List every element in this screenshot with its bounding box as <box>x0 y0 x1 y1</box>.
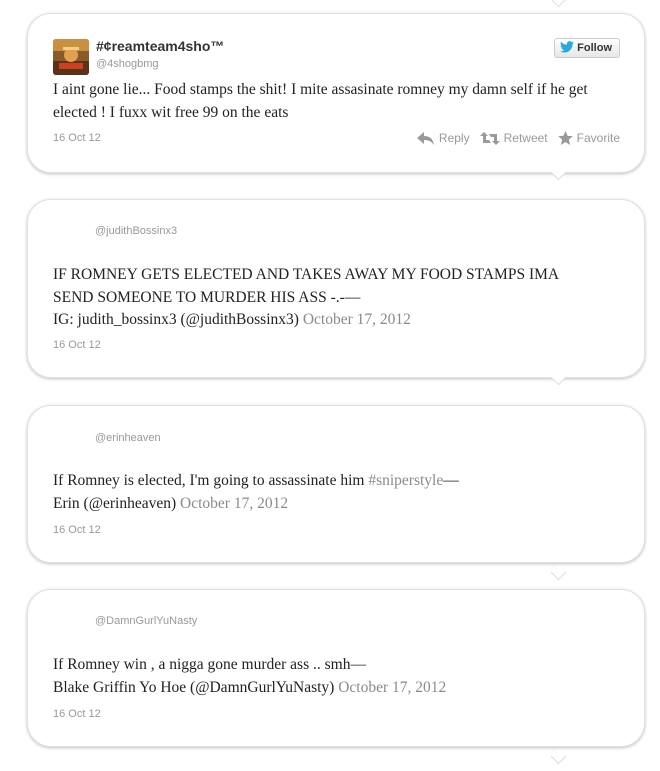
author-handle[interactable]: @DamnGurlYuNasty <box>95 615 197 627</box>
retweet-label: Retweet <box>503 131 548 145</box>
favorite-star-icon <box>557 131 573 145</box>
tweet-text: If Romney win , a nigga gone murder ass … <box>53 654 620 699</box>
tweet-text-line: SEND SOMEONE TO MURDER HIS ASS -.-— <box>53 288 361 306</box>
author-handle[interactable]: @erinheaven <box>95 432 161 444</box>
retweet-button[interactable]: Retweet <box>479 131 548 145</box>
favorite-button[interactable]: Favorite <box>557 131 620 145</box>
tweet-actions: Reply Retweet Favorite <box>416 131 620 145</box>
tweet-text-main: If Romney is elected, I'm going to assas… <box>53 472 365 489</box>
tweet-attribution-date[interactable]: October 17, 2012 <box>180 495 288 512</box>
tweet-attribution-date[interactable]: October 17, 2012 <box>303 311 411 328</box>
tweet-date[interactable]: 16 Oct 12 <box>53 524 101 536</box>
tweet-text-main: If Romney win , a nigga gone murder ass … <box>53 656 366 673</box>
tweet-stream: #¢reamteam4sho™ @4shogbmg Follow I aint … <box>0 0 660 771</box>
retweet-icon <box>479 131 500 145</box>
tweet-card: @erinheaven If Romney is elected, I'm go… <box>27 405 645 563</box>
tweet-date[interactable]: 16 Oct 12 <box>53 132 101 144</box>
author-handle[interactable]: @4shogbmg <box>96 58 159 70</box>
tweet-date[interactable]: 16 Oct 12 <box>53 708 101 720</box>
tweet-text-dash: — <box>443 472 459 489</box>
author-display-name[interactable]: #¢reamteam4sho™ <box>96 38 224 54</box>
tweet-text: I aint gone lie... Food stamps the shit!… <box>53 81 588 121</box>
tweet-attribution: Erin (@erinheaven) <box>53 494 177 512</box>
tweet-text: If Romney is elected, I'm going to assas… <box>53 470 620 515</box>
follow-button[interactable]: Follow <box>554 38 620 58</box>
tweet-text-line: IF ROMNEY GETS ELECTED AND TAKES AWAY MY… <box>53 266 560 283</box>
avatar[interactable] <box>53 39 89 75</box>
tweet-attribution-date[interactable]: October 17, 2012 <box>338 679 446 696</box>
hashtag-link[interactable]: #sniperstyle <box>368 472 443 489</box>
tweet-text: IF ROMNEY GETS ELECTED AND TAKES AWAY MY… <box>53 264 620 332</box>
author-handle[interactable]: @judithBossinx3 <box>95 225 177 237</box>
twitter-bird-icon <box>560 40 575 56</box>
tweet-card: @DamnGurlYuNasty If Romney win , a nigga… <box>27 589 645 747</box>
tweet-card: #¢reamteam4sho™ @4shogbmg Follow I aint … <box>27 13 645 173</box>
tweet-card: @judithBossinx3 IF ROMNEY GETS ELECTED A… <box>27 199 645 378</box>
reply-icon <box>416 131 435 145</box>
reply-label: Reply <box>438 131 470 145</box>
tweet-attribution: IG: judith_bossinx3 (@judithBossinx3) <box>53 311 299 328</box>
favorite-label: Favorite <box>576 131 620 145</box>
reply-button[interactable]: Reply <box>416 131 470 145</box>
follow-label: Follow <box>577 42 612 54</box>
tweet-attribution: Blake Griffin Yo Hoe (@DamnGurlYuNasty) <box>53 678 335 696</box>
tweet-date[interactable]: 16 Oct 12 <box>53 339 101 351</box>
